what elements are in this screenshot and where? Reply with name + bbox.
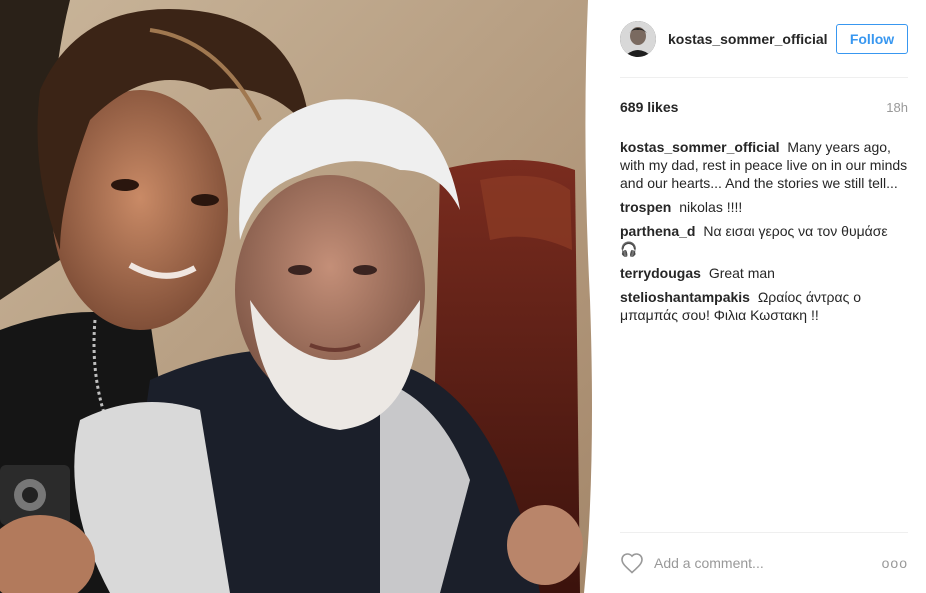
likes-count[interactable]: 689 likes xyxy=(620,99,678,115)
photo-illustration xyxy=(0,0,592,593)
comment-footer: ooo xyxy=(620,532,908,593)
instagram-post: kostas_sommer_official Follow 689 likes … xyxy=(0,0,926,593)
comment-text: nikolas !!!! xyxy=(679,199,743,215)
avatar[interactable] xyxy=(620,20,656,57)
follow-button[interactable]: Follow xyxy=(836,23,908,54)
avatar-image xyxy=(620,20,656,57)
caption: kostas_sommer_official Many years ago, w… xyxy=(620,138,908,192)
comment-username[interactable]: parthena_d xyxy=(620,223,695,239)
comment-text: Great man xyxy=(708,265,775,281)
post-timestamp[interactable]: 18h xyxy=(886,100,908,115)
comment-username[interactable]: terrydougas xyxy=(620,265,701,281)
comments-list: kostas_sommer_official Many years ago, w… xyxy=(620,138,908,324)
comment-item: trospen nikolas !!!! xyxy=(620,198,908,216)
caption-username[interactable]: kostas_sommer_official xyxy=(620,139,780,155)
post-author-username[interactable]: kostas_sommer_official xyxy=(668,31,828,47)
post-info-panel: kostas_sommer_official Follow 689 likes … xyxy=(598,0,926,593)
comment-item: stelioshantampakis Ωραίος άντρας ο μπαμπ… xyxy=(620,288,908,324)
comment-item: parthena_d Να εισαι γερος να τον θυμάσε … xyxy=(620,222,908,258)
comment-item: terrydougas Great man xyxy=(620,264,908,282)
comment-username[interactable]: trospen xyxy=(620,199,671,215)
heart-outline-icon[interactable] xyxy=(620,552,644,574)
post-photo[interactable] xyxy=(0,0,598,593)
add-comment-input[interactable] xyxy=(654,555,864,571)
post-meta: 689 likes 18h xyxy=(620,98,908,116)
more-options-icon[interactable]: ooo xyxy=(882,555,908,571)
comment-username[interactable]: stelioshantampakis xyxy=(620,289,750,305)
post-header: kostas_sommer_official Follow xyxy=(620,0,908,78)
